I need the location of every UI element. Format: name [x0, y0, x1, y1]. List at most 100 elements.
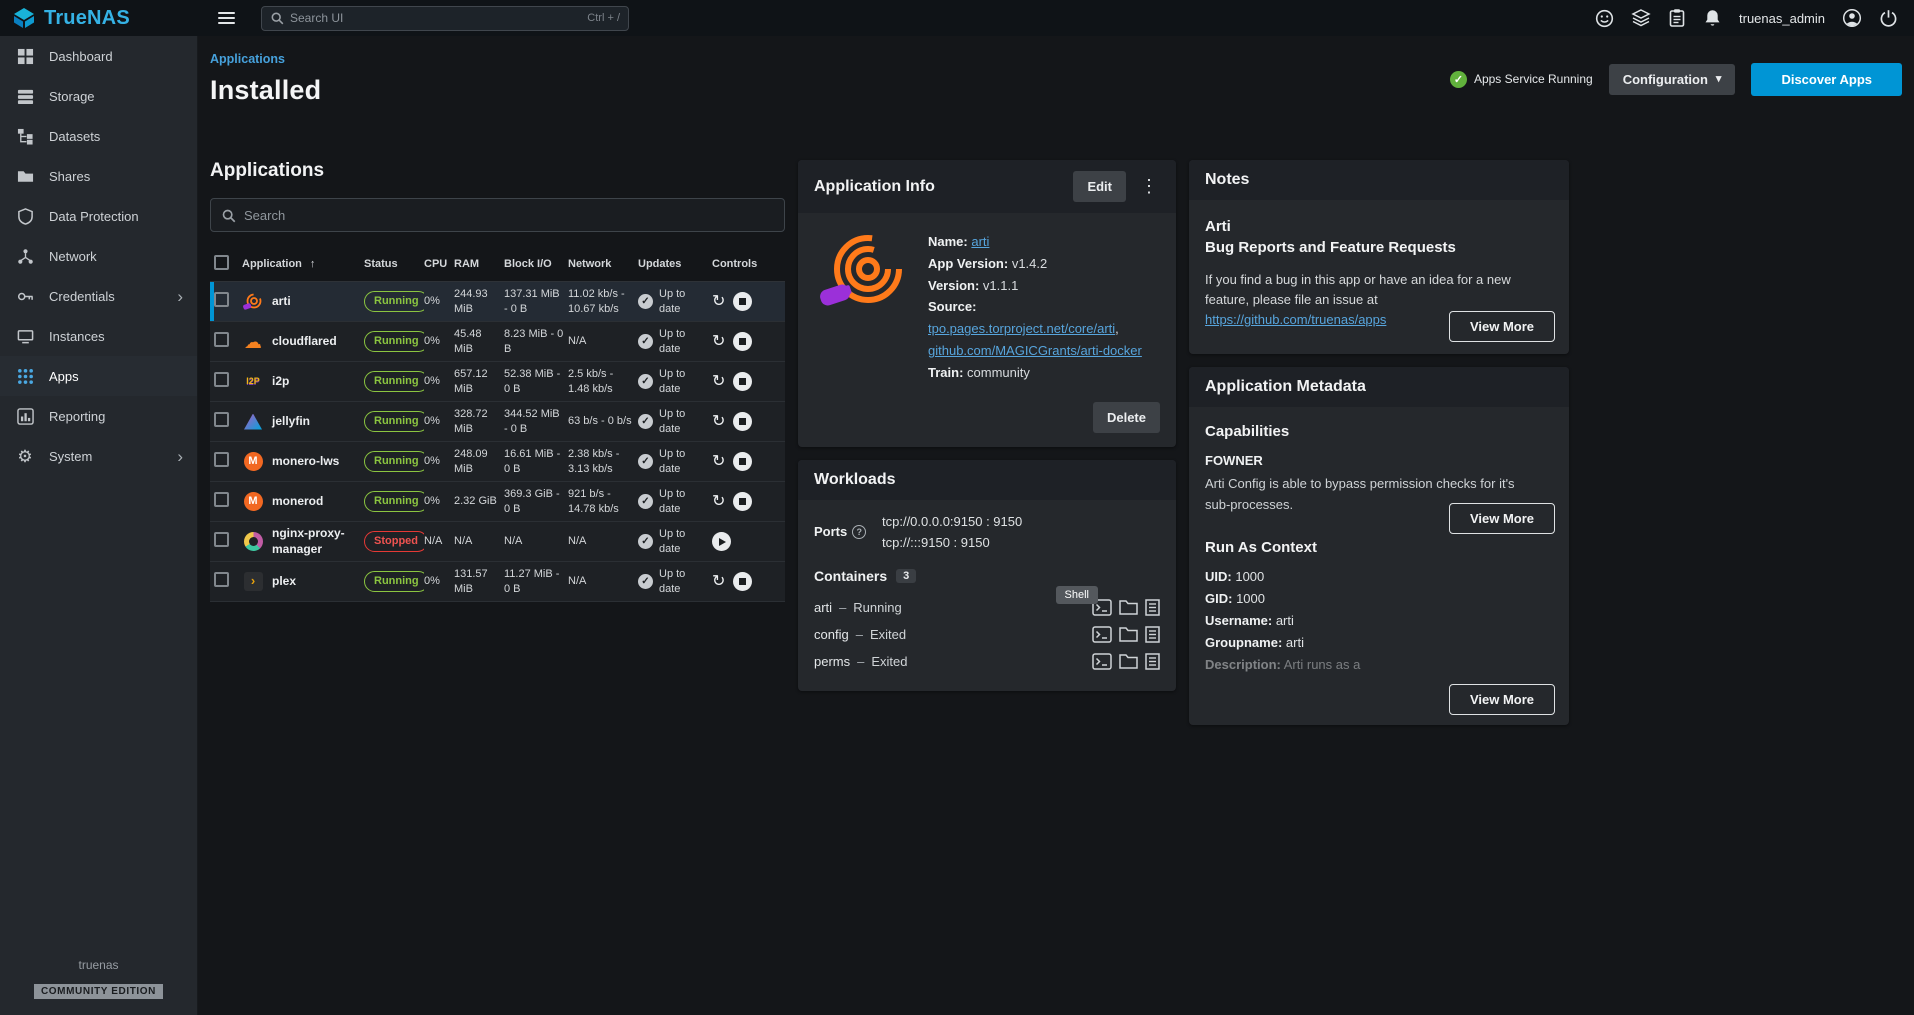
- volumes-folder-icon[interactable]: [1119, 599, 1138, 616]
- up-to-date-icon: ✓: [638, 414, 653, 429]
- source-link-1[interactable]: tpo.pages.torproject.net/core/arti: [928, 321, 1115, 336]
- sidebar-item-storage[interactable]: Storage: [0, 76, 197, 116]
- power-icon[interactable]: [1879, 9, 1898, 28]
- status-badge: Running: [364, 451, 424, 471]
- checkin-icon[interactable]: [1631, 8, 1651, 28]
- up-to-date-icon: ✓: [638, 334, 653, 349]
- stop-button[interactable]: [733, 412, 752, 431]
- stop-button[interactable]: [733, 572, 752, 591]
- app-row-monerod[interactable]: M monerod Running 0% 2.32 GiB 369.3 GiB …: [210, 482, 785, 522]
- col-status[interactable]: Status: [364, 257, 424, 271]
- sidebar-item-label: Instances: [49, 329, 105, 344]
- restart-button[interactable]: ↻: [712, 494, 725, 510]
- updates-label: Up to date: [659, 367, 708, 396]
- restart-button[interactable]: ↻: [712, 334, 725, 350]
- sidebar-item-system[interactable]: ⚙ System ›: [0, 436, 197, 476]
- restart-button[interactable]: ↻: [712, 414, 725, 430]
- restart-button[interactable]: ↻: [712, 294, 725, 310]
- feedback-icon[interactable]: [1595, 9, 1614, 28]
- app-row-nginx-proxy-manager[interactable]: nginx-proxy-manager Stopped N/A N/A N/A …: [210, 522, 785, 562]
- sidebar-item-instances[interactable]: Instances: [0, 316, 197, 356]
- col-cpu[interactable]: CPU: [424, 257, 454, 271]
- groupname-value: arti: [1286, 635, 1304, 650]
- kebab-menu-icon[interactable]: ⋮: [1138, 176, 1160, 197]
- logs-icon[interactable]: [1145, 599, 1160, 616]
- menu-toggle-icon[interactable]: [208, 5, 245, 31]
- global-search-input[interactable]: [290, 11, 581, 25]
- sidebar-item-data-protection[interactable]: Data Protection: [0, 196, 197, 236]
- block-io-value: 137.31 MiB - 0 B: [504, 287, 568, 316]
- col-controls[interactable]: Controls: [712, 257, 766, 271]
- restart-button[interactable]: ↻: [712, 574, 725, 590]
- metadata-view-more-button[interactable]: View More: [1449, 684, 1555, 715]
- global-search[interactable]: Ctrl + /: [261, 6, 629, 31]
- sidebar-item-datasets[interactable]: Datasets: [0, 116, 197, 156]
- row-checkbox[interactable]: [214, 412, 229, 427]
- app-row-cloudflared[interactable]: ☁ cloudflared Running 0% 45.48 MiB 8.23 …: [210, 322, 785, 362]
- sidebar-item-apps[interactable]: Apps: [0, 356, 197, 396]
- configuration-button[interactable]: Configuration ▾: [1609, 64, 1736, 95]
- stop-button[interactable]: [733, 332, 752, 351]
- col-ram[interactable]: RAM: [454, 257, 504, 271]
- col-application[interactable]: Application ↑: [242, 257, 364, 271]
- stop-button[interactable]: [733, 292, 752, 311]
- col-network[interactable]: Network: [568, 257, 638, 271]
- sidebar-item-shares[interactable]: Shares: [0, 156, 197, 196]
- col-updates[interactable]: Updates: [638, 257, 712, 271]
- row-checkbox[interactable]: [214, 452, 229, 467]
- stop-button[interactable]: [733, 492, 752, 511]
- logs-icon[interactable]: [1145, 653, 1160, 670]
- app-row-monero-lws[interactable]: M monero-lws Running 0% 248.09 MiB 16.61…: [210, 442, 785, 482]
- row-checkbox[interactable]: [214, 492, 229, 507]
- stop-button[interactable]: [733, 452, 752, 471]
- help-icon[interactable]: ?: [852, 525, 866, 539]
- row-checkbox[interactable]: [214, 532, 229, 547]
- truenas-logo[interactable]: TrueNAS: [0, 7, 198, 30]
- username: truenas_admin: [1739, 11, 1825, 26]
- user-avatar-icon[interactable]: [1842, 8, 1862, 28]
- app-row-i2p[interactable]: I2P i2p Running 0% 657.12 MiB 52.38 MiB …: [210, 362, 785, 402]
- start-button[interactable]: [712, 532, 731, 551]
- app-row-plex[interactable]: › plex Running 0% 131.57 MiB 11.27 MiB -…: [210, 562, 785, 602]
- issues-link[interactable]: https://github.com/truenas/apps: [1205, 312, 1386, 327]
- sidebar-item-label: Network: [49, 249, 97, 264]
- stop-button[interactable]: [733, 372, 752, 391]
- capabilities-view-more-button[interactable]: View More: [1449, 503, 1555, 534]
- apps-service-status: ✓ Apps Service Running: [1450, 71, 1593, 88]
- sidebar-item-reporting[interactable]: Reporting: [0, 396, 197, 436]
- restart-button[interactable]: ↻: [712, 454, 725, 470]
- source-link-2[interactable]: github.com/MAGICGrants/arti-docker: [928, 343, 1142, 358]
- volumes-folder-icon[interactable]: [1119, 626, 1138, 643]
- row-checkbox[interactable]: [214, 372, 229, 387]
- discover-apps-button[interactable]: Discover Apps: [1751, 63, 1902, 96]
- row-checkbox[interactable]: [214, 572, 229, 587]
- sidebar-item-credentials[interactable]: Credentials ›: [0, 276, 197, 316]
- row-checkbox[interactable]: [214, 292, 229, 307]
- delete-button[interactable]: Delete: [1093, 402, 1160, 433]
- cpu-value: 0%: [424, 294, 454, 308]
- select-all-checkbox[interactable]: [214, 255, 229, 270]
- sidebar-item-network[interactable]: Network: [0, 236, 197, 276]
- breadcrumb[interactable]: Applications: [210, 52, 321, 66]
- notes-view-more-button[interactable]: View More: [1449, 311, 1555, 342]
- volumes-folder-icon[interactable]: [1119, 653, 1138, 670]
- ram-value: 248.09 MiB: [454, 447, 504, 476]
- edit-button[interactable]: Edit: [1073, 171, 1126, 202]
- logs-icon[interactable]: [1145, 626, 1160, 643]
- jobs-icon[interactable]: [1668, 8, 1686, 28]
- restart-button[interactable]: ↻: [712, 374, 725, 390]
- sidebar-item-dashboard[interactable]: Dashboard: [0, 36, 197, 76]
- gid-label: GID:: [1205, 591, 1232, 606]
- arti-app-logo: [814, 231, 910, 384]
- shell-icon[interactable]: [1092, 653, 1112, 670]
- app-name-link[interactable]: arti: [971, 234, 989, 249]
- shell-icon[interactable]: [1092, 626, 1112, 643]
- app-row-arti[interactable]: arti Running 0% 244.93 MiB 137.31 MiB - …: [210, 282, 785, 322]
- app-row-jellyfin[interactable]: jellyfin Running 0% 328.72 MiB 344.52 Mi…: [210, 402, 785, 442]
- apps-search[interactable]: [210, 198, 785, 232]
- row-checkbox[interactable]: [214, 332, 229, 347]
- run-as-context-heading: Run As Context: [1205, 539, 1553, 556]
- apps-search-input[interactable]: [244, 208, 774, 223]
- alerts-bell-icon[interactable]: [1703, 8, 1722, 28]
- col-block-io[interactable]: Block I/O: [504, 257, 568, 271]
